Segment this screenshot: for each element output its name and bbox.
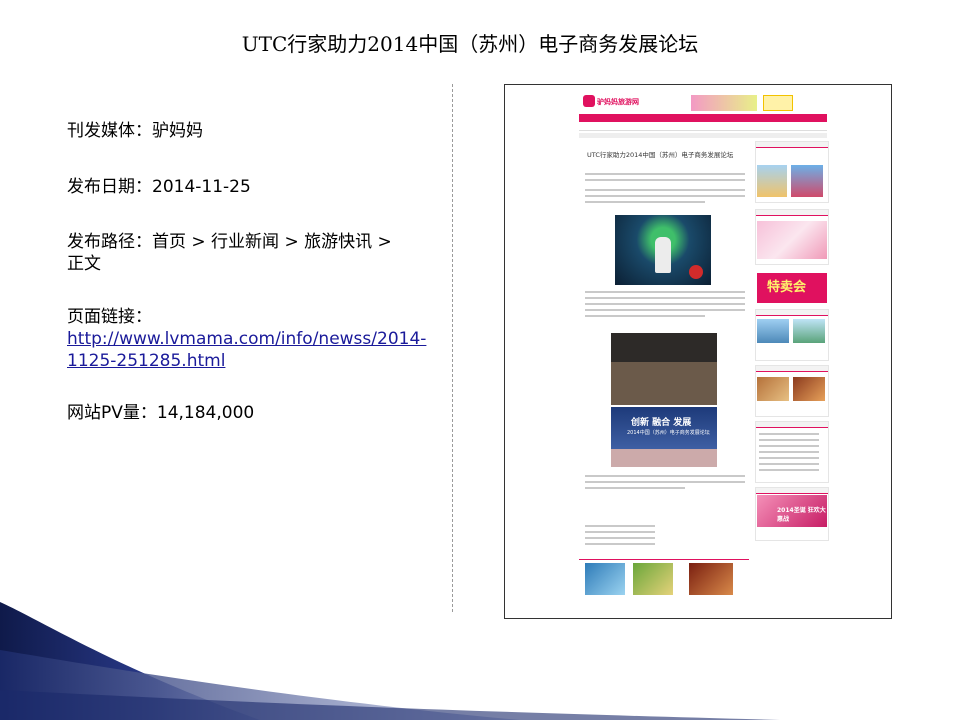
date-label: 发布日期：	[67, 177, 152, 197]
date-row: 发布日期：2014-11-25	[67, 176, 251, 198]
slide-title: UTC行家助力2014中国（苏州）电子商务发展论坛	[241, 32, 699, 56]
page-link[interactable]: http://www.lvmama.com/info/newss/2014- 11…	[67, 329, 426, 371]
media-value: 驴妈妈	[152, 121, 203, 141]
sidebar-promo-1	[757, 165, 787, 197]
sidebar-promo-3	[757, 221, 827, 259]
article-photo-stage: 创新 融合 发展 2014中国（苏州）电子商务发展论坛	[611, 407, 717, 467]
pv-row: 网站PV量：14,184,000	[67, 402, 254, 424]
path-label: 发布路径：	[67, 232, 152, 252]
christmas-text: 2014圣诞 狂欢大惠战	[777, 507, 826, 523]
site-nav-bar	[579, 114, 827, 122]
sale-title: 特卖会	[767, 280, 807, 295]
media-label: 刊发媒体：	[67, 121, 152, 141]
link-label: 页面链接：	[67, 307, 152, 327]
header-ad	[763, 95, 793, 111]
sidebar-thumb-1	[757, 319, 789, 343]
link-line2: 1125-251285.html	[67, 351, 226, 371]
sidebar-promo-2	[791, 165, 823, 197]
sidebar-sale-banner: 特卖会	[757, 273, 827, 303]
vertical-divider	[452, 84, 453, 612]
path-row: 发布路径：首页 > 行业新闻 > 旅游快讯 > 正文	[67, 231, 392, 275]
site-name: 驴妈妈旅游网	[597, 98, 639, 106]
site-subnav	[579, 124, 827, 131]
sidebar-thumb-2	[793, 319, 825, 343]
path-value-line2: 正文	[67, 254, 101, 274]
article-screenshot: 驴妈妈旅游网 UTC行家助力2014中国（苏州）电子商务发展论坛 创新 融合 发…	[504, 84, 892, 619]
path-value-line1: 首页 > 行业新闻 > 旅游快讯 >	[152, 232, 392, 252]
pv-value: 14,184,000	[156, 403, 255, 423]
article-photo-speaker	[615, 215, 711, 285]
date-value: 2014-11-25	[152, 177, 251, 197]
slide-decoration	[0, 602, 780, 720]
pv-label: 网站PV量：	[67, 403, 157, 423]
link-line1: http://www.lvmama.com/info/newss/2014-	[67, 329, 427, 349]
stage-banner-subtext: 2014中国（苏州）电子商务发展论坛	[627, 430, 710, 436]
media-row: 刊发媒体：驴妈妈	[67, 120, 203, 142]
sidebar-thumb-3	[757, 377, 789, 401]
link-row: 页面链接： http://www.lvmama.com/info/newss/2…	[67, 306, 426, 372]
site-breadcrumb	[579, 133, 827, 138]
sidebar-christmas-banner: 2014圣诞 狂欢大惠战	[757, 495, 827, 527]
article-photo-audience	[611, 333, 717, 405]
header-banner	[691, 95, 757, 111]
stage-banner-text: 创新 融合 发展	[631, 418, 692, 428]
sidebar-thumb-4	[793, 377, 825, 401]
site-logo-icon	[583, 95, 595, 107]
article-title: UTC行家助力2014中国（苏州）电子商务发展论坛	[587, 151, 734, 159]
